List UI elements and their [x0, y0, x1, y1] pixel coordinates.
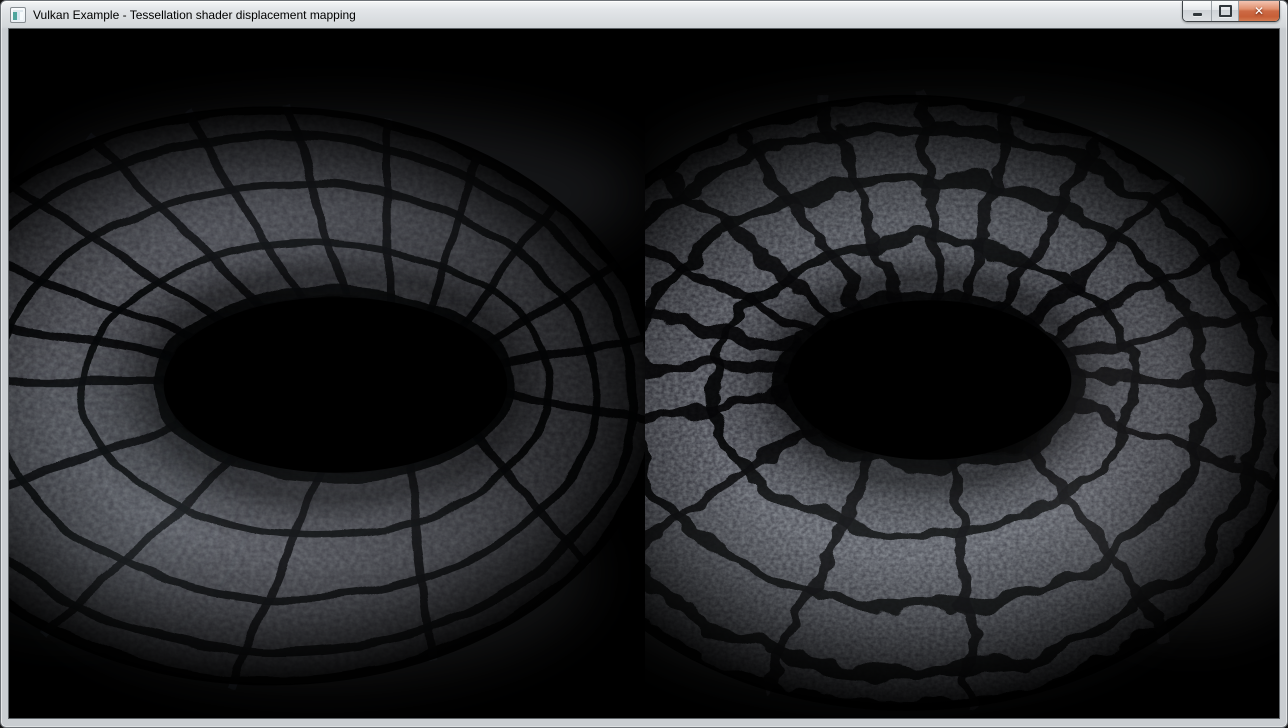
render-scene — [9, 29, 1279, 718]
caption-buttons: ✕ — [1182, 1, 1280, 22]
titlebar[interactable]: Vulkan Example - Tessellation shader dis… — [1, 1, 1287, 28]
app-window: Vulkan Example - Tessellation shader dis… — [0, 0, 1288, 728]
app-icon[interactable] — [10, 7, 26, 23]
app-icon-window-glyph — [13, 12, 23, 20]
torus-left-no-displacement — [9, 104, 661, 688]
close-button[interactable]: ✕ — [1239, 1, 1279, 21]
render-viewport[interactable] — [8, 28, 1280, 719]
minimize-icon — [1193, 13, 1202, 16]
close-icon: ✕ — [1254, 5, 1264, 17]
minimize-button[interactable] — [1183, 1, 1212, 21]
window-title: Vulkan Example - Tessellation shader dis… — [33, 8, 356, 22]
screen: Vulkan Example - Tessellation shader dis… — [0, 0, 1288, 728]
maximize-icon — [1219, 5, 1232, 17]
maximize-button[interactable] — [1212, 1, 1239, 21]
